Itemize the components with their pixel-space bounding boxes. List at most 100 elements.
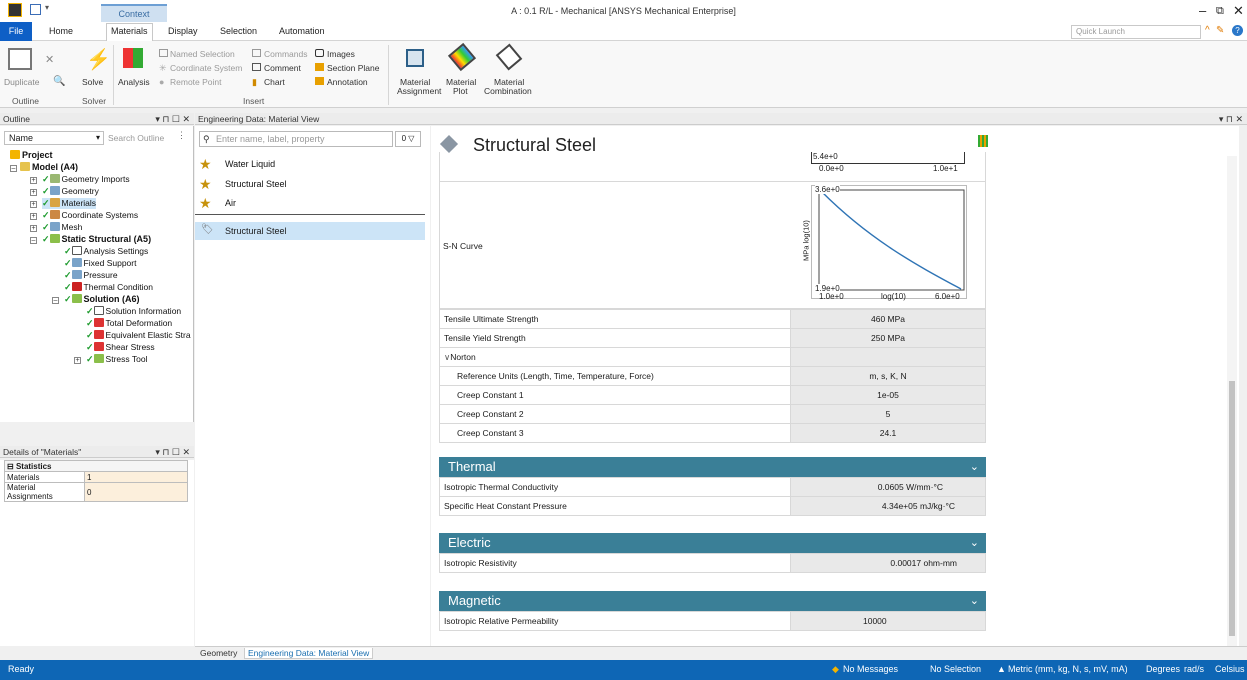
named-selection-button[interactable]: Named Selection — [170, 49, 235, 59]
outline-horizontal-scrollbar[interactable] — [0, 422, 194, 432]
property-row[interactable]: Isotropic Thermal Conductivity 0.0605 W/m… — [439, 477, 986, 497]
library-item-air[interactable]: Air — [225, 198, 236, 208]
search-outline-input[interactable]: Search Outline — [108, 131, 168, 145]
material-assignment-label-2[interactable]: Assignment — [397, 86, 441, 96]
property-row[interactable]: Specific Heat Constant Pressure 4.34e+05 … — [439, 496, 986, 516]
tree-node-geometry[interactable]: ✓ Geometry — [42, 186, 99, 197]
library-icon[interactable] — [978, 135, 988, 147]
tree-node-fixed-support[interactable]: ✓ Fixed Support — [64, 258, 136, 269]
material-search-input[interactable]: ⚲ Enter name, label, property — [199, 131, 393, 147]
favorite-star-icon[interactable]: ★ — [199, 195, 212, 212]
delete-icon[interactable]: ✕ — [45, 53, 54, 66]
coordinate-system-button[interactable]: Coordinate System — [170, 63, 242, 73]
feedback-icon[interactable]: ✎ — [1216, 25, 1224, 36]
favorite-star-icon[interactable]: ★ — [199, 156, 212, 173]
material-plot-label-2[interactable]: Plot — [453, 86, 468, 96]
tree-node-thermal-condition[interactable]: ✓ Thermal Condition — [64, 282, 153, 293]
material-combination-icon[interactable] — [495, 43, 523, 71]
quick-launch-input[interactable]: Quick Launch — [1071, 25, 1201, 39]
tree-node-solution[interactable]: ✓ Solution (A6) — [64, 294, 140, 305]
details-row[interactable]: Material Assignments 0 — [4, 482, 188, 502]
property-row[interactable]: Tensile Yield Strength 250 MPa — [439, 328, 986, 348]
tree-node-static-structural[interactable]: ✓ Static Structural (A5) — [42, 234, 151, 245]
outline-name-select[interactable]: Name ▾ — [4, 131, 104, 145]
expand-toggle[interactable]: + — [30, 201, 37, 208]
tab-engineering-data[interactable]: Engineering Data: Material View — [244, 648, 374, 659]
electric-section-header[interactable]: Electric ⌄ — [439, 533, 986, 553]
magnetic-section-header[interactable]: Magnetic ⌄ — [439, 591, 986, 611]
find-icon[interactable]: 🔍 — [53, 76, 65, 87]
panel-controls-icon[interactable]: ▾ ⊓ ☐ ✕ — [155, 113, 190, 125]
scrollbar-thumb[interactable] — [1229, 381, 1235, 636]
material-assignment-icon[interactable] — [406, 49, 424, 67]
tree-node-geometry-imports[interactable]: ✓ Geometry Imports — [42, 174, 130, 185]
status-temp[interactable]: Celsius — [1215, 664, 1245, 674]
panel-controls-icon[interactable]: ▾ ⊓ ☐ ✕ — [155, 446, 190, 458]
messages-icon[interactable]: ◆ — [832, 664, 839, 675]
norton-group-row[interactable]: ∨Norton — [439, 347, 986, 367]
search-options-icon[interactable]: ⋮ — [177, 130, 186, 141]
close-button[interactable]: ✕ — [1233, 3, 1244, 19]
library-item-structural-steel[interactable]: Structural Steel — [225, 179, 287, 189]
sn-curve-chart[interactable] — [811, 185, 967, 299]
material-plot-icon[interactable] — [447, 42, 477, 72]
filter-button[interactable]: 0 ▽ — [395, 131, 421, 147]
tab-materials[interactable]: Materials — [106, 23, 153, 41]
tab-automation[interactable]: Automation — [279, 26, 325, 36]
tree-node-shear-stress[interactable]: ✓ Shear Stress — [86, 342, 155, 353]
thermal-section-header[interactable]: Thermal ⌄ — [439, 457, 986, 477]
status-messages[interactable]: No Messages — [843, 664, 898, 674]
help-icon[interactable]: ? — [1232, 25, 1243, 36]
comment-button[interactable]: Comment — [264, 63, 301, 73]
details-section-statistics[interactable]: ⊟ Statistics — [4, 460, 188, 472]
tree-node-mesh[interactable]: ✓ Mesh — [42, 222, 82, 233]
property-row[interactable]: Isotropic Resistivity 0.00017 ohm-mm — [439, 553, 986, 573]
expand-toggle[interactable]: + — [30, 225, 37, 232]
tree-node-equivalent-elastic-strain[interactable]: ✓ Equivalent Elastic Stra — [86, 330, 191, 341]
tree-node-total-deformation[interactable]: ✓ Total Deformation — [86, 318, 172, 329]
expand-toggle[interactable]: + — [30, 189, 37, 196]
property-row[interactable]: Reference Units (Length, Time, Temperatu… — [439, 366, 986, 386]
material-combination-label-2[interactable]: Combination — [484, 86, 532, 96]
solve-icon[interactable]: ⚡ — [86, 47, 111, 72]
status-units[interactable]: Metric (mm, kg, N, s, mV, mA) — [1008, 664, 1128, 674]
images-button[interactable]: Images — [327, 49, 355, 59]
expand-toggle[interactable]: + — [30, 177, 37, 184]
tab-display[interactable]: Display — [168, 26, 198, 36]
tree-node-project[interactable]: Project — [10, 150, 53, 160]
duplicate-button[interactable]: Duplicate — [4, 77, 39, 87]
tab-home[interactable]: Home — [49, 26, 73, 36]
library-item-water-liquid[interactable]: Water Liquid — [225, 159, 275, 169]
panel-controls-icon[interactable]: ▾ ⊓ ✕ — [1219, 113, 1243, 125]
tree-node-analysis-settings[interactable]: ✓ Analysis Settings — [64, 246, 148, 257]
tree-node-stress-tool[interactable]: ✓ Stress Tool — [86, 354, 147, 365]
duplicate-icon[interactable] — [8, 48, 32, 70]
tree-node-pressure[interactable]: ✓ Pressure — [64, 270, 118, 281]
property-row[interactable]: Isotropic Relative Permeability 10000 — [439, 611, 986, 631]
solve-button[interactable]: Solve — [82, 77, 103, 87]
vertical-scrollbar[interactable] — [1227, 156, 1237, 646]
tab-selection[interactable]: Selection — [220, 26, 257, 36]
property-row[interactable]: Creep Constant 3 24.1 — [439, 423, 986, 443]
property-row[interactable]: Creep Constant 25 — [439, 404, 986, 424]
tree-node-materials[interactable]: ✓ Materials — [42, 198, 97, 209]
collapse-toggle[interactable]: – — [10, 165, 17, 172]
property-row[interactable]: Creep Constant 1 1e-05 — [439, 385, 986, 405]
annotation-button[interactable]: Annotation — [327, 77, 368, 87]
favorite-star-icon[interactable]: ★ — [199, 176, 212, 193]
section-plane-button[interactable]: Section Plane — [327, 63, 379, 73]
remote-point-button[interactable]: Remote Point — [170, 77, 222, 87]
commands-button[interactable]: Commands — [264, 49, 307, 59]
collapse-toggle[interactable]: – — [52, 297, 59, 304]
expand-toggle[interactable]: + — [74, 357, 81, 364]
details-row[interactable]: Materials 1 — [4, 471, 188, 483]
tab-geometry[interactable]: Geometry — [197, 648, 240, 658]
tree-node-solution-information[interactable]: ✓ Solution Information — [86, 306, 181, 317]
tree-node-coordinate-systems[interactable]: ✓ Coordinate Systems — [42, 210, 138, 221]
collapse-toggle[interactable]: – — [30, 237, 37, 244]
minimize-button[interactable]: – — [1199, 3, 1206, 18]
status-angle[interactable]: Degrees — [1146, 664, 1180, 674]
chart-button[interactable]: Chart — [264, 77, 285, 87]
units-caret-icon[interactable]: ▲ — [997, 664, 1006, 674]
collapse-ribbon-icon[interactable]: ^ — [1205, 25, 1210, 36]
